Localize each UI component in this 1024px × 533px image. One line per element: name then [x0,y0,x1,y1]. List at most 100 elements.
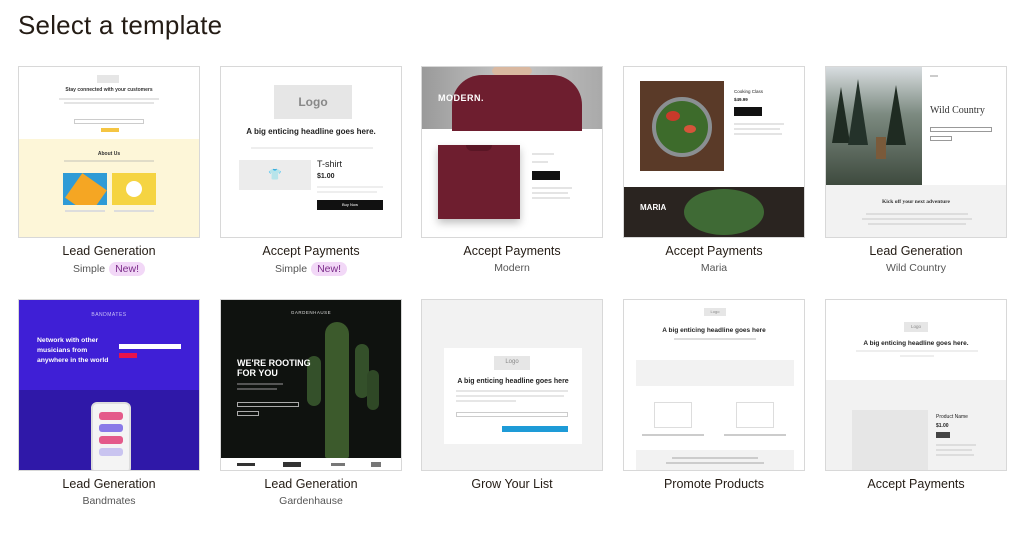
preview-headline: WE'RE ROOTING FOR YOU [237,358,311,378]
template-title: Lead Generation [62,244,156,258]
preview-button [101,128,119,132]
preview-headline: A big enticing headline goes here. [246,127,376,136]
preview-headline: A big enticing headline goes here. [863,340,969,347]
product-image [852,410,928,470]
form-card: Logo A big enticing headline goes here [444,348,582,444]
template-title: Promote Products [663,477,765,491]
logo-text: Logo [505,359,519,365]
logo-text: Logo [298,95,328,109]
product-banner [636,360,794,386]
cactus-image [325,322,349,458]
about-heading: About Us [97,151,121,157]
content-section [826,185,1006,237]
template-card-promote-products[interactable]: Logo A big enticing headline goes here P… [623,299,805,491]
template-title: Grow Your List [471,477,553,491]
email-field-preview [456,412,568,417]
template-preview[interactable]: MODERN. [421,66,603,238]
template-subtitle: Bandmates [82,495,136,507]
new-badge: New! [311,262,348,276]
template-subtitle: Simple New! [220,262,402,278]
brand-text: MARIA [640,203,667,212]
buy-button [936,432,950,438]
food-image [640,81,724,171]
template-card-accept-payments[interactable]: Logo A big enticing headline goes here. … [825,299,1007,491]
template-subtitle: Wild Country [885,262,947,274]
template-card-grow-your-list[interactable]: Logo A big enticing headline goes here G… [421,299,603,491]
template-preview[interactable]: BANDMATES Network with other musicians f… [18,299,200,471]
preview-headline: Wild Country [930,105,985,116]
logo-placeholder: Logo [904,322,928,332]
template-preview[interactable]: Logo A big enticing headline goes here. … [220,66,402,238]
product-price: $49.99 [734,97,748,102]
product-name: Product Name [936,414,968,420]
preview-button [119,353,137,358]
logo-placeholder [97,75,119,83]
illustration-image [63,173,107,205]
template-preview[interactable]: Logo A big enticing headline goes here [623,299,805,471]
product-image [438,145,520,219]
template-subtitle: Gardenhause [279,495,343,507]
template-card-accept-payments-modern[interactable]: MODERN. Accept Payments Modern [421,66,603,278]
template-preview[interactable]: Wild Country Kick off your next adventur… [825,66,1007,238]
product-image: 👕 [239,160,311,190]
template-preview[interactable]: Stay connected with your customers About… [18,66,200,238]
template-subtitle: Modern [494,262,530,274]
template-subtitle: Simple New! [18,262,200,278]
preview-headline: A big enticing headline goes here [457,378,569,385]
template-title: Lead Generation [264,477,358,491]
tshirt-icon: 👕 [268,169,282,181]
template-preview[interactable]: Cooking Class $49.99 MARIA [623,66,805,238]
buy-now-button: Buy Now [317,200,383,210]
preview-button [237,411,259,416]
template-card-lead-generation-bandmates[interactable]: BANDMATES Network with other musicians f… [18,299,200,511]
template-title: Accept Payments [463,244,561,258]
preview-tagline: Kick off your next adventure [882,199,950,205]
product-price: $1.00 [936,423,949,429]
logo-text: Logo [710,309,720,314]
email-field-preview [119,344,181,349]
template-preview[interactable]: Logo A big enticing headline goes here. … [825,299,1007,471]
preview-headline: Network with other musicians from anywhe… [37,337,109,364]
template-subtitle: Maria [700,262,728,274]
product-image [736,402,774,428]
hero-image [826,67,922,185]
email-field-preview [237,402,299,407]
template-title: Accept Payments [262,244,360,258]
new-badge: New! [109,262,146,276]
product-name: T-shirt [317,159,343,169]
partner-logos [221,458,401,470]
template-card-lead-generation-gardenhause[interactable]: GARDENHAUSE WE'RE ROOTING FOR YOU Lead G… [220,299,402,511]
template-preview[interactable]: GARDENHAUSE WE'RE ROOTING FOR YOU [220,299,402,471]
template-card-accept-payments-maria[interactable]: Cooking Class $49.99 MARIA Accept Paymen… [623,66,805,278]
brand-text: GARDENHAUSE [290,310,332,315]
brand-text: MODERN. [438,93,484,103]
phone-image [91,402,131,470]
template-title: Lead Generation [869,244,963,258]
quote-section [636,450,794,470]
email-field-preview [74,119,144,124]
logo-text: Logo [910,324,921,329]
preview-heading: Stay connected with your customers [65,87,153,93]
email-field-preview [930,127,992,132]
product-price: $1.00 [317,173,335,180]
footer-image [624,187,804,237]
preview-button [930,136,952,141]
template-preview[interactable]: Logo A big enticing headline goes here [421,299,603,471]
buy-button [532,171,560,180]
page-title: Select a template [18,10,223,40]
brand-text: BANDMATES [91,312,127,318]
signup-button [502,426,568,432]
product-name: Cooking Class [734,89,764,94]
template-card-lead-generation-simple[interactable]: Stay connected with your customers About… [18,66,200,278]
illustration-image [112,173,156,205]
product-image [654,402,692,428]
logo-placeholder: Logo [494,356,530,370]
buy-button [734,107,762,116]
template-card-lead-generation-wild-country[interactable]: Wild Country Kick off your next adventur… [825,66,1007,278]
template-title: Lead Generation [62,477,156,491]
template-card-accept-payments-simple[interactable]: Logo A big enticing headline goes here. … [220,66,402,278]
logo-placeholder: Logo [704,308,726,316]
template-title: Accept Payments [665,244,763,258]
template-title: Accept Payments [867,477,965,491]
preview-headline: A big enticing headline goes here [662,327,766,334]
